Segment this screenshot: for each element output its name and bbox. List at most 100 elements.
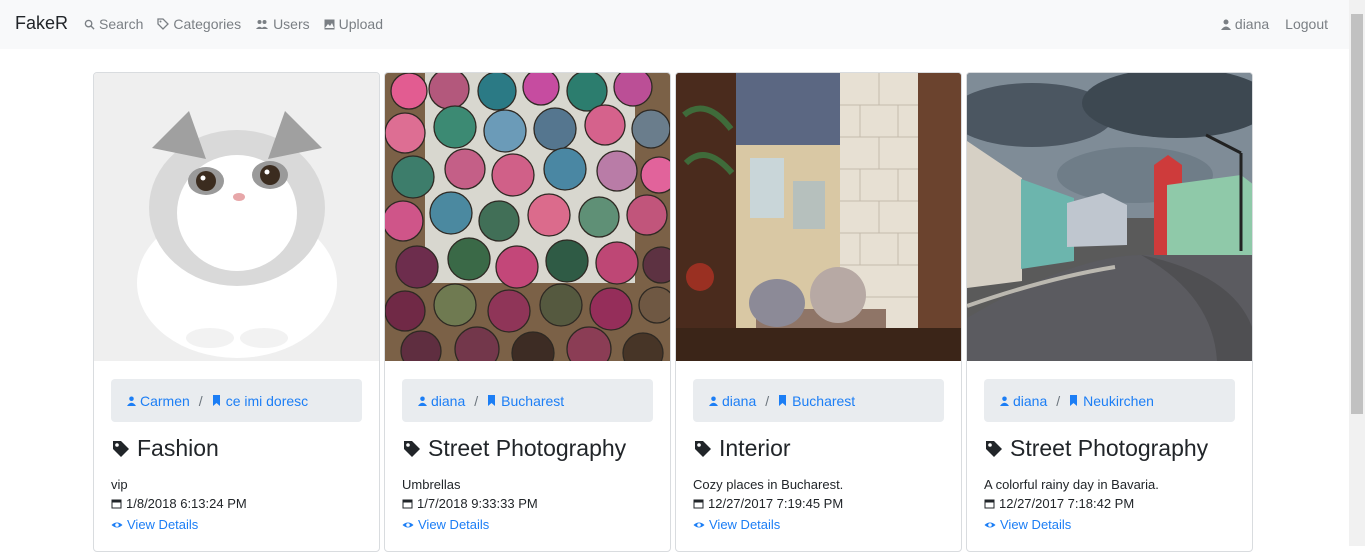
navbar: FakeR Search Categories Users Upload dia… [0, 0, 1349, 49]
photo-date: 12/27/2017 7:18:42 PM [984, 496, 1134, 511]
category-title: Fashion [111, 435, 219, 462]
album-icon [212, 395, 220, 406]
photo-card-street: diana / Neukirchen Street Photography A … [966, 72, 1253, 552]
nav-users[interactable]: Users [255, 16, 310, 32]
user-nav: diana Logout [1220, 16, 1328, 32]
category-title: Street Photography [402, 435, 626, 462]
album-icon [488, 395, 496, 406]
nav-users-label: Users [273, 16, 310, 32]
main-nav: Search Categories Users Upload [84, 16, 383, 32]
photo-card-umbrellas: diana / Bucharest Street Photography Umb… [384, 72, 671, 552]
user-icon [127, 396, 136, 406]
photo-image-street[interactable] [967, 73, 1253, 361]
eye-icon [111, 522, 123, 527]
photo-description: A colorful rainy day in Bavaria. [984, 477, 1159, 492]
user-link[interactable]: diana [1000, 393, 1047, 409]
user-link[interactable]: diana [709, 393, 756, 409]
calendar-icon [984, 499, 995, 509]
breadcrumb-separator: / [765, 392, 770, 409]
album-link[interactable]: Bucharest [487, 393, 564, 409]
user-icon [709, 396, 718, 406]
photo-date-label: 12/27/2017 7:19:45 PM [708, 496, 844, 511]
photo-description: Umbrellas [402, 477, 461, 492]
tag-icon [695, 440, 711, 457]
category-title: Street Photography [984, 435, 1208, 462]
tag-icon [986, 440, 1002, 457]
calendar-icon [693, 499, 704, 509]
album-icon [1070, 395, 1078, 406]
view-details-label: View Details [709, 517, 781, 532]
nav-categories[interactable]: Categories [157, 16, 241, 32]
nav-search[interactable]: Search [84, 16, 143, 32]
image-icon [324, 19, 335, 30]
category-title: Interior [693, 435, 791, 462]
users-icon [255, 19, 269, 30]
photo-date: 1/8/2018 6:13:24 PM [111, 496, 247, 511]
eye-icon [984, 522, 996, 527]
user-icon [1000, 396, 1009, 406]
view-details-link[interactable]: View Details [693, 517, 780, 532]
user-icon [418, 396, 427, 406]
user-link-label: diana [722, 392, 757, 409]
eye-icon [402, 522, 414, 527]
category-label: Interior [719, 435, 791, 461]
search-icon [84, 19, 95, 30]
album-link[interactable]: Bucharest [778, 393, 855, 409]
nav-categories-label: Categories [173, 16, 242, 32]
view-details-label: View Details [127, 517, 199, 532]
view-details-link[interactable]: View Details [402, 517, 489, 532]
user-link-label: diana [431, 392, 466, 409]
tag-icon [157, 18, 170, 30]
tag-icon [113, 440, 129, 457]
view-details-label: View Details [1000, 517, 1072, 532]
view-details-link[interactable]: View Details [984, 517, 1071, 532]
breadcrumb-separator: / [474, 392, 479, 409]
scrollbar-thumb[interactable] [1351, 14, 1363, 414]
photo-date-label: 12/27/2017 7:18:42 PM [999, 496, 1135, 511]
user-link[interactable]: Carmen [127, 393, 190, 409]
photo-card-fashion: Carmen / ce imi doresc Fashion vip 1/8/2… [93, 72, 380, 552]
photo-description: Cozy places in Bucharest. [693, 477, 844, 492]
album-link-label: Bucharest [501, 392, 565, 409]
photo-date: 1/7/2018 9:33:33 PM [402, 496, 538, 511]
user-link-label: diana [1013, 392, 1048, 409]
calendar-icon [111, 499, 122, 509]
user-link[interactable]: diana [418, 393, 465, 409]
category-label: Fashion [137, 435, 219, 461]
eye-icon [693, 522, 705, 527]
tag-icon [404, 440, 420, 457]
photo-breadcrumb: diana / Neukirchen [984, 379, 1235, 422]
photo-grid: Carmen / ce imi doresc Fashion vip 1/8/2… [93, 72, 1257, 552]
photo-image-cat[interactable] [94, 73, 380, 361]
nav-user-label: diana [1234, 16, 1270, 32]
photo-image-umbrellas[interactable] [385, 73, 671, 361]
view-details-label: View Details [418, 517, 490, 532]
user-link-label: Carmen [140, 392, 190, 409]
photo-card-interior: diana / Bucharest Interior Cozy places i… [675, 72, 962, 552]
nav-user[interactable]: diana [1220, 16, 1270, 32]
photo-image-interior[interactable] [676, 73, 962, 361]
photo-breadcrumb: Carmen / ce imi doresc [111, 379, 362, 422]
photo-date: 12/27/2017 7:19:45 PM [693, 496, 843, 511]
nav-upload-label: Upload [338, 16, 383, 32]
category-label: Street Photography [1010, 435, 1209, 461]
breadcrumb-separator: / [198, 392, 203, 409]
photo-description: vip [111, 477, 128, 492]
user-icon [1220, 19, 1231, 30]
album-icon [779, 395, 787, 406]
logout-link[interactable]: Logout [1285, 16, 1328, 32]
album-link-label: ce imi doresc [225, 392, 309, 409]
view-details-link[interactable]: View Details [111, 517, 198, 532]
album-link-label: Bucharest [792, 392, 856, 409]
album-link-label: Neukirchen [1083, 392, 1154, 409]
photo-breadcrumb: diana / Bucharest [693, 379, 944, 422]
vertical-scrollbar[interactable] [1349, 0, 1365, 546]
album-link[interactable]: ce imi doresc [212, 393, 308, 409]
brand-link[interactable]: FakeR [15, 13, 68, 34]
nav-upload[interactable]: Upload [324, 16, 383, 32]
nav-search-label: Search [99, 16, 144, 32]
album-link[interactable]: Neukirchen [1069, 393, 1154, 409]
breadcrumb-separator: / [1056, 392, 1061, 409]
photo-date-label: 1/7/2018 9:33:33 PM [417, 496, 538, 511]
calendar-icon [402, 499, 413, 509]
